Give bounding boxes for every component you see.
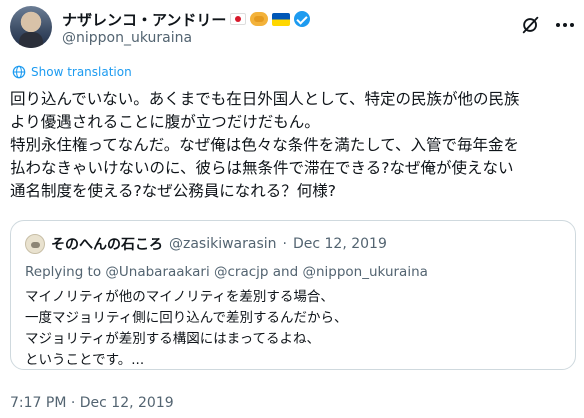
- author-name-row: ナザレンコ・アンドリー: [62, 9, 311, 30]
- more-options-icon[interactable]: [554, 14, 576, 36]
- tweet-text: 回り込んでいない。あくまでも在日外国人として、特定の民族が他の民族 より優遇され…: [10, 90, 520, 200]
- quoted-author-handle: @zasikiwarasin: [169, 236, 277, 252]
- globe-icon: [12, 65, 26, 79]
- quoted-tweet-text: マイノリティが他のマイノリティを差別する場合、 一度マジョリティ側に回り込んで差…: [25, 289, 348, 368]
- reply-prefix: Replying to: [25, 264, 106, 280]
- verified-badge-icon[interactable]: [294, 11, 311, 27]
- quoted-tweet-date: Dec 12, 2019: [292, 236, 387, 252]
- quoted-author-name: そのへんの石ころ: [51, 237, 163, 253]
- grok-icon[interactable]: [520, 14, 542, 36]
- handshake-icon: [250, 12, 269, 26]
- quoted-author-avatar: [25, 234, 45, 254]
- author-display-name[interactable]: ナザレンコ・アンドリー: [62, 9, 226, 30]
- separator-dot: ·: [282, 236, 287, 252]
- author-avatar[interactable]: [10, 6, 52, 48]
- flag-ukraine-icon: [272, 12, 291, 26]
- show-translation-label: Show translation: [31, 65, 132, 79]
- quoted-reply-context: Replying to @Unabaraakari @cracjp and @n…: [25, 264, 428, 280]
- quoted-tweet-header: そのへんの石ころ @zasikiwarasin · Dec 12, 2019: [25, 234, 387, 254]
- flag-japan-icon: [230, 13, 247, 25]
- show-translation-link[interactable]: Show translation: [12, 65, 132, 79]
- quoted-tweet[interactable]: そのへんの石ころ @zasikiwarasin · Dec 12, 2019 R…: [10, 220, 576, 370]
- reply-mentions: @Unabaraakari @cracjp and @nippon_ukurai…: [105, 264, 428, 280]
- tweet-timestamp[interactable]: 7:17 PM · Dec 12, 2019: [10, 395, 174, 411]
- tweet-header: ナザレンコ・アンドリー @nippon_ukuraina: [10, 6, 576, 52]
- author-handle[interactable]: @nippon_ukuraina: [62, 30, 192, 46]
